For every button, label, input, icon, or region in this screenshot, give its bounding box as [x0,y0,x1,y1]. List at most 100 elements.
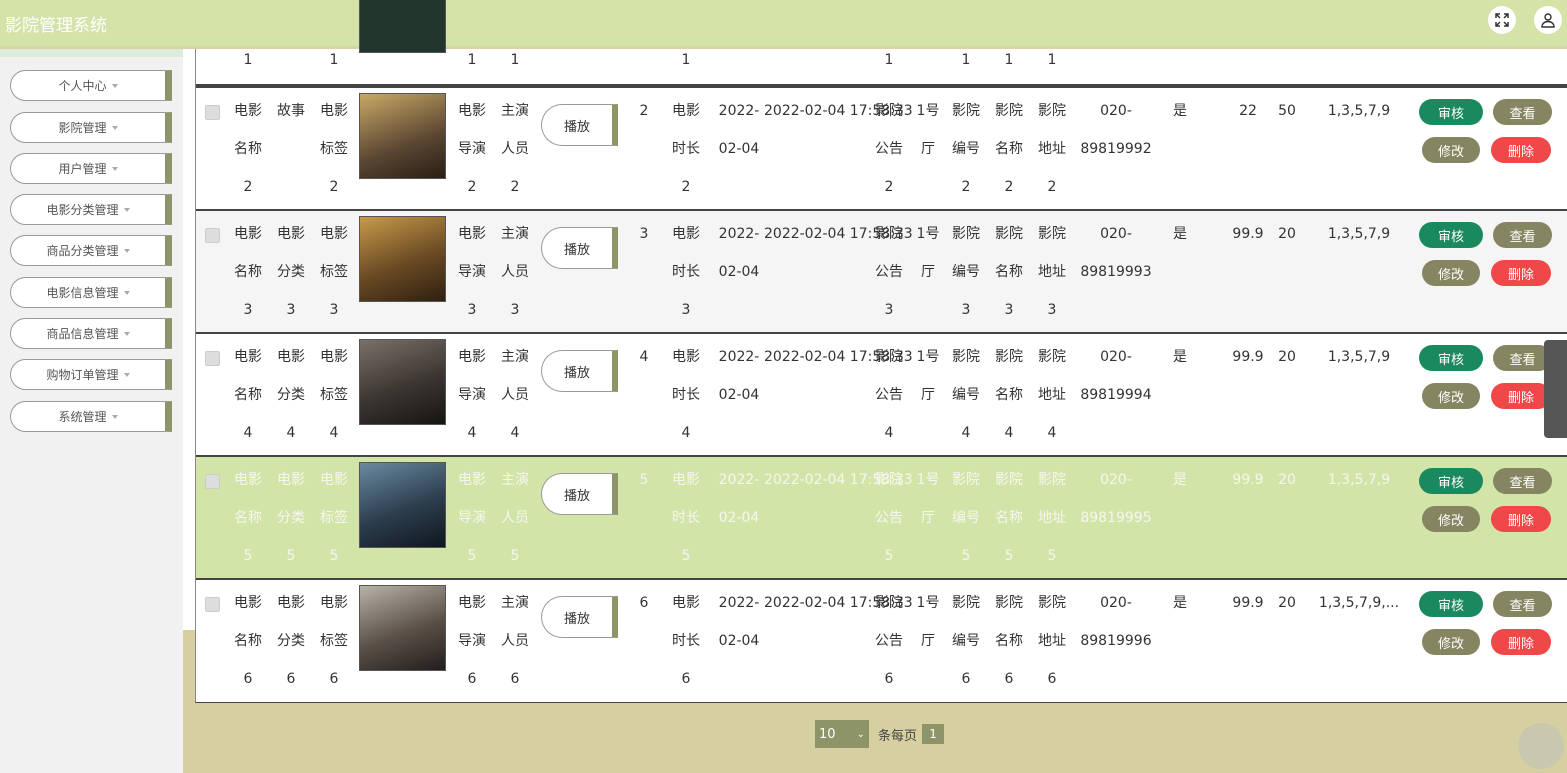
sidebar-item-2[interactable]: 用户管理 [10,153,172,184]
cell-addr: 地址 [1038,387,1066,403]
row-checkbox[interactable] [205,228,220,243]
sidebar-item-6[interactable]: 商品信息管理 [10,318,172,349]
cell-date: 02-04 [718,264,760,280]
cell-tag: 电影 [320,103,348,119]
cell-price: 99.9 [1232,472,1264,488]
sidebar-item-1[interactable]: 影院管理 [10,112,172,143]
sidebar-item-7[interactable]: 购物订单管理 [10,359,172,390]
cell-actor: 主演 [501,349,529,365]
audit-button[interactable]: 审核 [1419,591,1483,617]
cell-name: 名称 [234,510,262,526]
cell-tag: 3 [329,302,339,318]
play-button[interactable]: 播放 [541,473,618,515]
play-button[interactable]: 播放 [541,596,618,638]
table-row[interactable]: 电影 名称 5 电影 分类 5 电影 标签 5 电影 导演 5 主演 人员 5 电影 时长 5 影院 公告 5 影院 编号 5… [196,455,1567,578]
cell-dur: 电影 [672,349,700,365]
cell-dur: 3 [681,302,691,318]
cell-id: 2 [639,103,649,119]
cell-hall: 1号 [916,472,940,488]
fullscreen-icon [1495,13,1509,27]
edit-button[interactable]: 修改 [1422,506,1480,532]
view-button[interactable]: 查看 [1493,222,1552,248]
cell-cat: 4 [286,425,296,441]
table-row-partial: 1 1 1 1 1 1 1 1 1 [196,0,1567,86]
page-number-1[interactable]: 1 [922,724,945,744]
sidebar-item-3[interactable]: 电影分类管理 [10,194,172,225]
cell-id: 4 [639,349,649,365]
fullscreen-button[interactable] [1488,6,1516,34]
table-row[interactable]: 电影 名称 3 电影 分类 3 电影 标签 3 电影 导演 3 主演 人员 3 电影 时长 3 影院 公告 3 影院 编号 3… [196,209,1567,332]
drawer-handle[interactable] [1544,340,1567,438]
cell-seats: 20 [1278,226,1296,242]
sidebar-item-label: 商品信息管理 [46,327,119,341]
cell-addr: 地址 [1038,141,1066,157]
cell-date: 02-04 [718,510,760,526]
cell-datetime: 2022-02-04 17:58:33 [764,226,913,242]
table-row[interactable]: 电影 名称 6 电影 分类 6 电影 标签 6 电影 导演 6 主演 人员 6 电影 时长 6 影院 公告 6 影院 编号 6… [196,578,1567,701]
delete-button[interactable]: 删除 [1491,629,1551,655]
cell-cname: 影院 [995,349,1023,365]
page-size-select[interactable]: 10 ⌄ [815,720,869,748]
cell-notice: 3 [884,302,894,318]
cell-code: 影院 [952,472,980,488]
movie-poster [359,585,446,671]
cell-hall: 厅 [921,141,935,157]
caret-down-icon [111,125,118,130]
cell-cname: 影院 [995,226,1023,242]
sidebar-item-label: 影院管理 [58,121,107,135]
delete-button[interactable]: 删除 [1491,137,1551,163]
sidebar-item-5[interactable]: 电影信息管理 [10,277,172,308]
cell-cat: 分类 [277,633,305,649]
row-checkbox[interactable] [205,474,220,489]
cell-dur: 电影 [672,226,700,242]
play-button[interactable]: 播放 [541,350,618,392]
sidebar-item-8[interactable]: 系统管理 [10,401,172,432]
edit-button[interactable]: 修改 [1422,383,1480,409]
row-checkbox[interactable] [205,105,220,120]
cell-flag: 是 [1173,595,1187,611]
audit-button[interactable]: 审核 [1419,468,1483,494]
cell-name: 名称 [234,633,262,649]
cell-hall: 1号 [916,349,940,365]
cell-cname: 名称 [995,264,1023,280]
cell-date: 2022- [718,472,760,488]
table-row[interactable]: 电影 名称 4 电影 分类 4 电影 标签 4 电影 导演 4 主演 人员 4 电影 时长 4 影院 公告 4 影院 编号 4… [196,332,1567,455]
edit-button[interactable]: 修改 [1422,260,1480,286]
table-cell: 1 [467,52,477,68]
table-row[interactable]: 电影 名称 2 故事 电影 标签 2 电影 导演 2 主演 人员 2 电影 时长 2 影院 公告 2 影院 编号 2 影院名… [196,86,1567,209]
view-button[interactable]: 查看 [1493,591,1552,617]
row-checkbox[interactable] [205,351,220,366]
sidebar-item-0[interactable]: 个人中心 [10,70,172,101]
cell-seats: 20 [1278,595,1296,611]
cell-dur: 时长 [672,633,700,649]
cell-code: 编号 [952,510,980,526]
cell-phone: 89819994 [1080,387,1152,403]
audit-button[interactable]: 审核 [1419,99,1483,125]
view-button[interactable]: 查看 [1493,99,1552,125]
delete-button[interactable]: 删除 [1491,260,1551,286]
audit-button[interactable]: 审核 [1419,222,1483,248]
cell-cat: 6 [286,671,296,687]
delete-button[interactable]: 删除 [1491,383,1551,409]
movie-poster [359,93,446,179]
audit-button[interactable]: 审核 [1419,345,1483,371]
sidebar-item-label: 个人中心 [58,79,107,93]
sidebar-item-label: 电影信息管理 [46,286,119,300]
cell-dur: 2 [681,179,691,195]
cell-phone: 020- [1100,472,1132,488]
floating-action-button[interactable] [1518,723,1564,769]
play-button[interactable]: 播放 [541,104,618,146]
delete-button[interactable]: 删除 [1491,506,1551,532]
play-button[interactable]: 播放 [541,227,618,269]
cell-hall: 厅 [921,387,935,403]
cell-flag: 是 [1173,103,1187,119]
user-button[interactable] [1534,6,1562,34]
cell-price: 99.9 [1232,349,1264,365]
view-button[interactable]: 查看 [1493,468,1552,494]
sidebar-item-4[interactable]: 商品分类管理 [10,235,172,266]
edit-button[interactable]: 修改 [1422,629,1480,655]
cell-cat: 分类 [277,510,305,526]
edit-button[interactable]: 修改 [1422,137,1480,163]
cell-notice: 4 [884,425,894,441]
row-checkbox[interactable] [205,597,220,612]
